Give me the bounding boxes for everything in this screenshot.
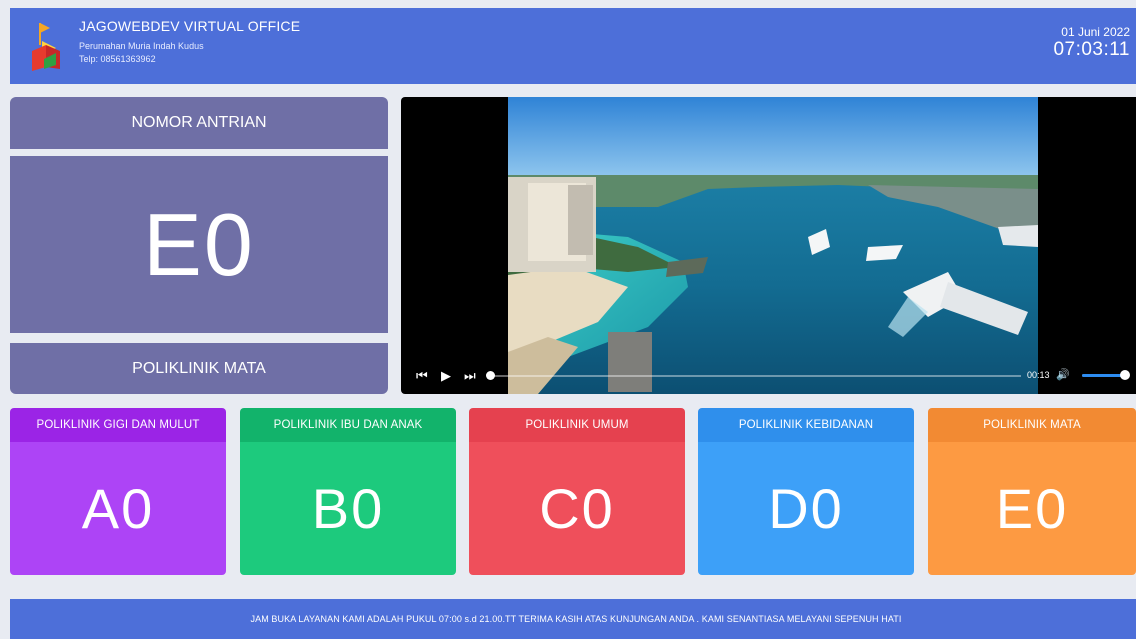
clinic-card-kebidanan: POLIKLINIK KEBIDANAN D0 [698,408,914,575]
clinic-card-number: D0 [698,442,914,575]
clinic-card-title: POLIKLINIK KEBIDANAN [698,408,914,442]
clinic-card-title: POLIKLINIK MATA [928,408,1136,442]
seek-handle[interactable] [486,371,495,380]
clinic-card-title: POLIKLINIK GIGI DAN MULUT [10,408,226,442]
current-queue-clinic: POLIKLINIK MATA [10,343,388,394]
volume-handle[interactable] [1119,370,1130,380]
office-address: Perumahan Muria Indah Kudus [79,41,204,51]
clinic-card-title: POLIKLINIK IBU DAN ANAK [240,408,456,442]
clinic-card-title: POLIKLINIK UMUM [469,408,685,442]
seek-bar[interactable] [491,375,1021,377]
queue-heading: NOMOR ANTRIAN [10,97,388,149]
office-phone: Telp: 08561363962 [79,54,156,64]
clinic-card-number: C0 [469,442,685,575]
clinic-card-number: A0 [10,442,226,575]
clinic-card-ibu-anak: POLIKLINIK IBU DAN ANAK B0 [240,408,456,575]
current-queue-number: E0 [10,156,388,333]
office-title: JAGOWEBDEV VIRTUAL OFFICE [79,18,301,34]
announcement-text: JAM BUKA LAYANAN KAMI ADALAH PUKUL 07:00… [250,614,902,624]
video-controls [401,354,1136,394]
clinic-card-gigi: POLIKLINIK GIGI DAN MULUT A0 [10,408,226,575]
clinic-card-number: B0 [240,442,456,575]
app-header: JAGOWEBDEV VIRTUAL OFFICE Perumahan Muri… [10,8,1136,84]
video-frame [508,97,1038,394]
video-player[interactable]: ⏮ ▶ ⏭ 00:13 🔊 [401,97,1136,394]
skip-forward-icon[interactable]: ⏭ [464,369,476,383]
clinic-card-number: E0 [928,442,1136,575]
video-elapsed-time: 00:13 [1027,370,1050,380]
volume-icon[interactable]: 🔊 [1056,368,1070,381]
clinic-card-mata: POLIKLINIK MATA E0 [928,408,1136,575]
current-date: 01 Juni 2022 [1061,25,1130,39]
current-time: 07:03:11 [1053,39,1130,60]
volume-level [1082,374,1125,377]
play-icon[interactable]: ▶ [441,369,451,383]
skip-back-icon[interactable]: ⏮ [416,369,428,383]
running-text-footer: JAM BUKA LAYANAN KAMI ADALAH PUKUL 07:00… [10,599,1136,639]
current-queue-panel: NOMOR ANTRIAN E0 POLIKLINIK MATA [10,97,388,394]
logo-icon [32,23,60,71]
clinic-card-umum: POLIKLINIK UMUM C0 [469,408,685,575]
